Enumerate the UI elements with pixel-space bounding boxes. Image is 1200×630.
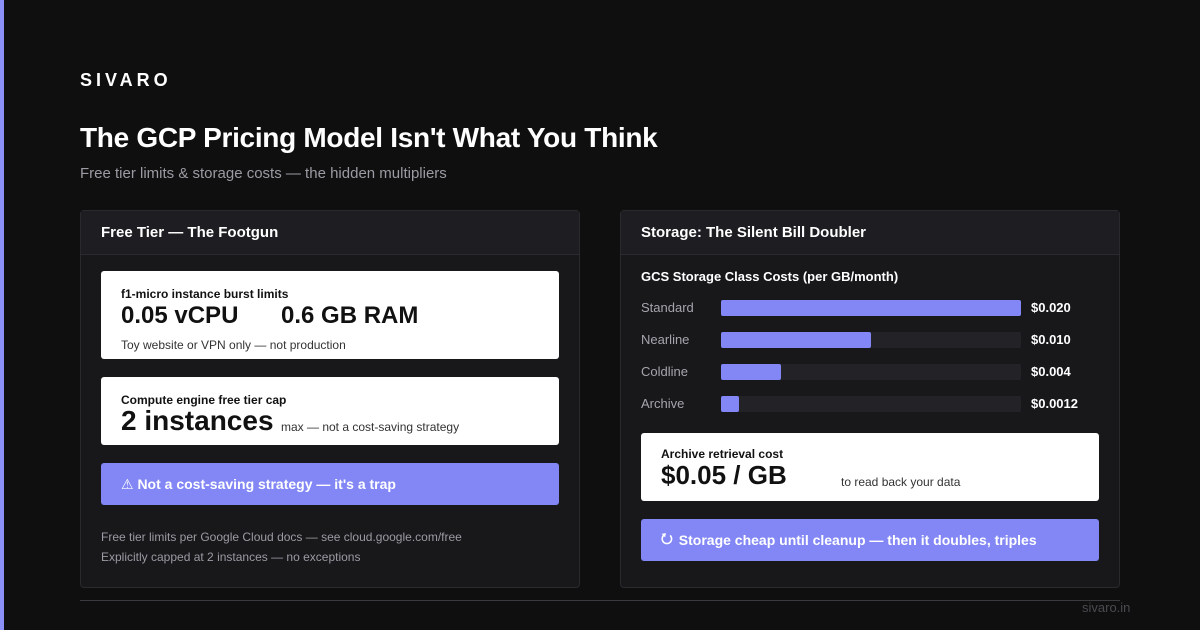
bar-row-standard: Standard $0.020 — [641, 300, 1101, 316]
storage-panel: Storage: The Silent Bill Doubler GCS Sto… — [620, 210, 1120, 588]
storage-doubles-banner: ⭮ Storage cheap until cleanup — then it … — [641, 519, 1099, 561]
burst-limits-label: f1-micro instance burst limits — [121, 287, 289, 301]
archive-retrieval-label: Archive retrieval cost — [661, 447, 784, 461]
bar-fill — [721, 396, 739, 412]
ram-value: 0.6 GB RAM — [281, 302, 419, 329]
footer-divider — [80, 600, 1120, 601]
accent-bar — [0, 0, 4, 630]
bar-value-label: $0.004 — [1031, 364, 1071, 379]
bar-label: Archive — [641, 396, 685, 411]
page-title: The GCP Pricing Model Isn't What You Thi… — [80, 122, 658, 153]
archive-retrieval-card: Archive retrieval cost $0.05 / GB to rea… — [641, 433, 1099, 501]
refresh-icon: ⭮ — [661, 530, 673, 546]
brand-logo: SIVARO — [80, 70, 172, 90]
bar-fill — [721, 364, 781, 380]
vcpu-value: 0.05 vCPU — [121, 302, 239, 329]
free-tier-panel-title: Free Tier — The Footgun — [81, 211, 579, 255]
bar-label: Nearline — [641, 332, 690, 347]
storage-doubles-text: Storage cheap until cleanup — then it do… — [678, 532, 1037, 548]
bar-value-label: $0.020 — [1031, 300, 1071, 315]
bar-fill — [721, 332, 871, 348]
page-subtitle: Free tier limits & storage costs — the h… — [80, 165, 447, 182]
instances-value: 2 instances — [121, 405, 274, 436]
storage-panel-title: Storage: The Silent Bill Doubler — [621, 211, 1119, 255]
bar-label: Standard — [641, 300, 694, 315]
footnote-2: Explicitly capped at 2 instances — no ex… — [101, 550, 361, 564]
bar-row-archive: Archive $0.0012 — [641, 396, 1101, 412]
bar-row-coldline: Coldline $0.004 — [641, 364, 1101, 380]
instances-note: max — not a cost-saving strategy — [281, 420, 460, 434]
footer-site: sivaro.in — [1082, 600, 1131, 615]
archive-retrieval-note: to read back your data — [841, 475, 961, 489]
bar-track — [721, 364, 1021, 380]
free-tier-cap-card: Compute engine free tier cap 2 instances… — [101, 377, 559, 445]
bar-fill — [721, 300, 1021, 316]
trap-warning-banner: ⚠ Not a cost-saving strategy — it's a tr… — [101, 463, 559, 505]
burst-limits-note: Toy website or VPN only — not production — [121, 338, 346, 352]
bar-track — [721, 396, 1021, 412]
free-tier-panel: Free Tier — The Footgun f1-micro instanc… — [80, 210, 580, 588]
bar-track — [721, 332, 1021, 348]
archive-retrieval-value: $0.05 / GB — [661, 460, 787, 490]
trap-warning-text: ⚠ Not a cost-saving strategy — it's a tr… — [121, 475, 396, 492]
chart-title: GCS Storage Class Costs (per GB/month) — [641, 269, 899, 284]
bar-value-label: $0.010 — [1031, 332, 1071, 347]
bar-value-label: $0.0012 — [1031, 396, 1078, 411]
bar-track — [721, 300, 1021, 316]
burst-limits-card: f1-micro instance burst limits 0.05 vCPU… — [101, 271, 559, 359]
bar-row-nearline: Nearline $0.010 — [641, 332, 1101, 348]
footnote-1: Free tier limits per Google Cloud docs —… — [101, 530, 462, 544]
bar-label: Coldline — [641, 364, 688, 379]
